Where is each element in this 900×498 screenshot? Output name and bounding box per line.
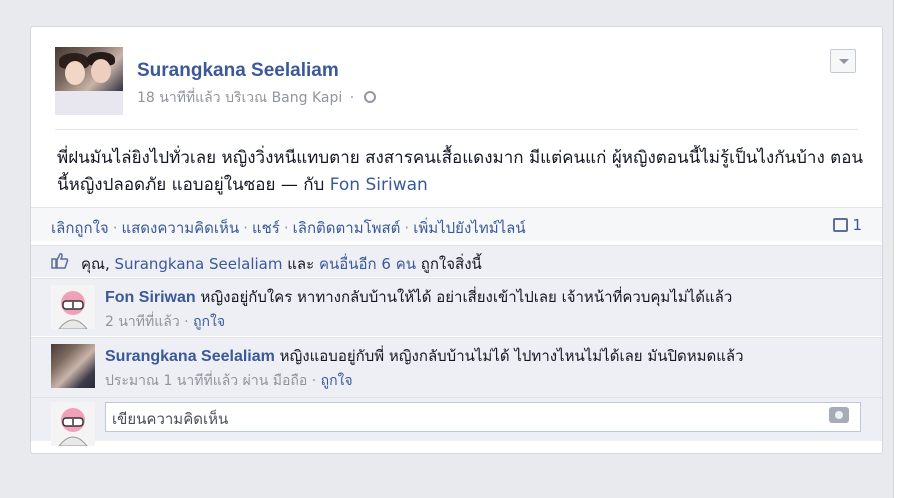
comment-author-link[interactable]: Surangkana Seelaliam: [105, 348, 275, 365]
comment-like-link[interactable]: ถูกใจ: [193, 314, 225, 330]
action-separator: ·: [404, 219, 410, 237]
author-avatar[interactable]: [55, 47, 123, 115]
author-name[interactable]: Surangkana Seelaliam: [137, 60, 339, 82]
right-scroll-strip: [893, 0, 900, 498]
avatar-face-right: [91, 59, 111, 83]
post-meta: 18 นาทีที่แล้ว บริเวณ Bang Kapi ·: [137, 87, 376, 109]
comment-time[interactable]: 2 นาทีที่แล้ว: [105, 314, 180, 330]
comment-link[interactable]: แสดงความคิดเห็น: [121, 219, 239, 237]
post-header: Surangkana Seelaliam 18 นาทีที่แล้ว บริเ…: [55, 47, 875, 117]
avatar-shirt: [55, 91, 123, 115]
likes-name-link[interactable]: Surangkana Seelaliam: [115, 255, 283, 273]
action-links: เลิกถูกใจ · แสดงความคิดเห็น · แชร์ · เลิกติดตา…: [51, 216, 526, 240]
camera-icon[interactable]: [829, 407, 849, 423]
comment-text: หญิงแอบอยู่กับพี่ หญิงกลับบ้านไม่ได้ ไปท…: [279, 347, 744, 365]
commenter-avatar[interactable]: [51, 344, 95, 388]
comment-count[interactable]: 1: [833, 216, 862, 234]
comment-text: หญิงอยู่กับใคร หาทางกลับบ้านให้ได้ อย่าเ…: [200, 288, 733, 306]
share-link[interactable]: แชร์: [252, 219, 280, 237]
post-text: พี่ฝนมันไล่ยิงไปทั่วเลย หญิงวิ่งหนีแทบตา…: [57, 148, 864, 195]
likes-row: คุณ, Surangkana Seelaliam และ คนอื่นอีก …: [31, 245, 882, 277]
comment-body: Fon Siriwan หญิงอยู่กับใคร หาทางกลับบ้าน…: [105, 287, 865, 332]
post-body: พี่ฝนมันไล่ยิงไปทั่วเลย หญิงวิ่งหนีแทบตา…: [57, 145, 867, 199]
likes-others-link[interactable]: คนอื่นอีก 6 คน: [319, 255, 416, 273]
action-separator: ·: [243, 219, 248, 237]
likes-and: และ: [287, 255, 315, 273]
current-user-avatar: [51, 402, 95, 446]
comment-author-link[interactable]: Fon Siriwan: [105, 289, 196, 306]
comment-composer: เขียนความคิดเห็น: [31, 397, 882, 446]
comment-item: Surangkana Seelaliam หญิงแอบอยู่กับพี่ ห…: [31, 337, 882, 397]
comment-body: Surangkana Seelaliam หญิงแอบอยู่กับพี่ ห…: [105, 346, 865, 391]
location-prefix: บริเวณ: [225, 90, 268, 106]
comment-meta: 2 นาทีที่แล้ว · ถูกใจ: [105, 312, 865, 332]
post-time[interactable]: 18 นาทีที่แล้ว: [137, 90, 221, 106]
comment-icon: [833, 218, 849, 232]
comment-meta: ประมาณ 1 นาทีที่แล้ว ผ่าน มือถือ · ถูกใจ: [105, 371, 865, 391]
with-prefix: — กับ: [280, 175, 325, 195]
likes-suffix: ถูกใจสิ่งนี้: [420, 255, 482, 273]
comment-via: ผ่าน มือถือ: [242, 373, 308, 389]
commenter-avatar[interactable]: [51, 285, 95, 329]
globe-icon[interactable]: [363, 91, 376, 103]
location-link[interactable]: Bang Kapi: [272, 90, 343, 106]
thumbs-up-icon: [51, 253, 69, 269]
post-card: Surangkana Seelaliam 18 นาทีที่แล้ว บริเ…: [30, 26, 883, 454]
likes-you: คุณ,: [81, 255, 110, 273]
header-divider: [55, 129, 858, 130]
comment-meta-dot: ·: [311, 373, 321, 389]
comment-meta-dot: ·: [184, 314, 194, 330]
unlike-link[interactable]: เลิกถูกใจ: [51, 219, 109, 237]
tagged-friend-link[interactable]: Fon Siriwan: [330, 175, 428, 195]
likes-text: คุณ, Surangkana Seelaliam และ คนอื่นอีก …: [81, 252, 482, 276]
meta-dot: ·: [349, 90, 355, 106]
comment-input[interactable]: เขียนความคิดเห็น: [105, 402, 861, 432]
avatar-face-left: [65, 61, 85, 85]
unfollow-link[interactable]: เลิกติดตามโพสต์: [293, 219, 401, 237]
comment-time[interactable]: ประมาณ 1 นาทีที่แล้ว: [105, 373, 238, 389]
action-separator: ·: [283, 219, 289, 237]
comment-like-link[interactable]: ถูกใจ: [321, 373, 353, 389]
post-actions-bar: เลิกถูกใจ · แสดงความคิดเห็น · แชร์ · เลิกติดตา…: [31, 207, 882, 241]
post-options-chevron-button[interactable]: [830, 49, 856, 73]
comment-count-value: 1: [852, 216, 862, 234]
comment-item: Fon Siriwan หญิงอยู่กับใคร หาทางกลับบ้าน…: [31, 278, 882, 336]
add-to-timeline-link[interactable]: เพิ่มไปยังไทม์ไลน์: [413, 219, 525, 237]
action-separator: ·: [112, 219, 118, 237]
